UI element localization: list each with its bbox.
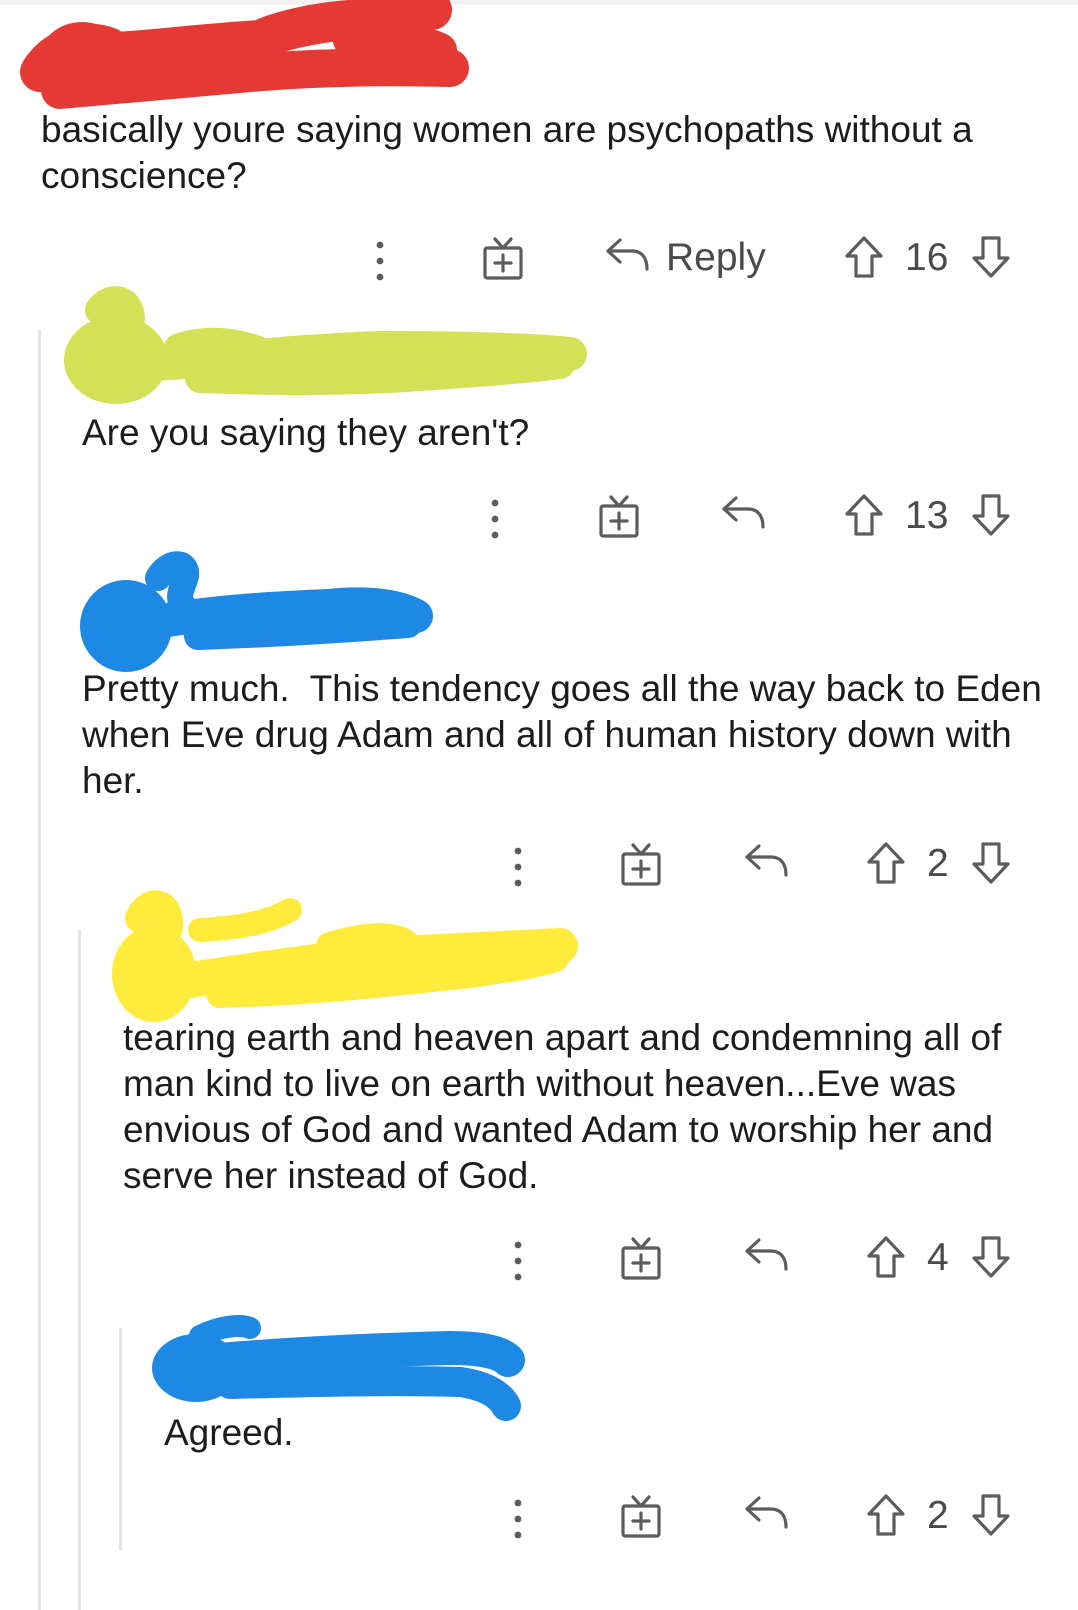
comment-actions: 13 — [340, 490, 1040, 550]
more-vertical-icon[interactable] — [511, 842, 525, 892]
comment-actions: 4 — [340, 1232, 1040, 1292]
gift-award-icon[interactable] — [619, 842, 663, 888]
downvote-arrow-icon[interactable] — [970, 841, 1012, 885]
gift-award-icon[interactable] — [481, 236, 525, 282]
upvote-arrow-icon[interactable] — [865, 1493, 907, 1537]
comment-body: Agreed. — [164, 1412, 294, 1453]
upvote-arrow-icon[interactable] — [843, 493, 885, 537]
redacted-username-scribble — [20, 0, 469, 109]
reply-arrow-icon[interactable] — [743, 1493, 789, 1533]
vote-score: 16 — [905, 236, 949, 279]
upvote-arrow-icon[interactable] — [865, 841, 907, 885]
comment-body: tearing earth and heaven apart and conde… — [123, 1017, 1012, 1196]
more-vertical-icon[interactable] — [511, 1494, 525, 1544]
reply-button[interactable]: Reply — [666, 234, 766, 282]
vote-score: 13 — [905, 494, 949, 537]
redacted-username-scribble — [112, 890, 578, 1022]
gift-award-icon[interactable] — [619, 1494, 663, 1540]
downvote-arrow-icon[interactable] — [970, 235, 1012, 279]
thread-line-level-1[interactable] — [38, 330, 41, 1610]
more-vertical-icon[interactable] — [511, 1236, 525, 1286]
reply-arrow-icon[interactable] — [604, 235, 650, 275]
thread-line-level-3[interactable] — [119, 1328, 122, 1550]
thread-line-level-2[interactable] — [78, 930, 81, 1610]
vote-score: 2 — [927, 842, 949, 885]
vote-score: 4 — [927, 1236, 949, 1279]
downvote-arrow-icon[interactable] — [970, 493, 1012, 537]
comment-body: Pretty much. This tendency goes all the … — [82, 668, 1053, 801]
redacted-username-scribble — [80, 551, 433, 672]
gift-award-icon[interactable] — [597, 494, 641, 540]
reply-arrow-icon[interactable] — [743, 841, 789, 881]
reply-arrow-icon[interactable] — [743, 1235, 789, 1275]
vote-score: 2 — [927, 1494, 949, 1537]
downvote-arrow-icon[interactable] — [970, 1493, 1012, 1537]
comment-body: basically youre saying women are psychop… — [41, 109, 983, 196]
upvote-arrow-icon[interactable] — [865, 1235, 907, 1279]
downvote-arrow-icon[interactable] — [970, 1235, 1012, 1279]
more-vertical-icon[interactable] — [373, 236, 387, 286]
gift-award-icon[interactable] — [619, 1236, 663, 1282]
more-vertical-icon[interactable] — [488, 494, 502, 544]
redacted-username-scribble — [64, 286, 587, 404]
comment-actions: 2 — [340, 1490, 1040, 1550]
comment-actions: Reply 16 — [340, 232, 1040, 292]
comment-body: Are you saying they aren't? — [82, 412, 530, 453]
reply-arrow-icon[interactable] — [720, 493, 766, 533]
upvote-arrow-icon[interactable] — [843, 235, 885, 279]
